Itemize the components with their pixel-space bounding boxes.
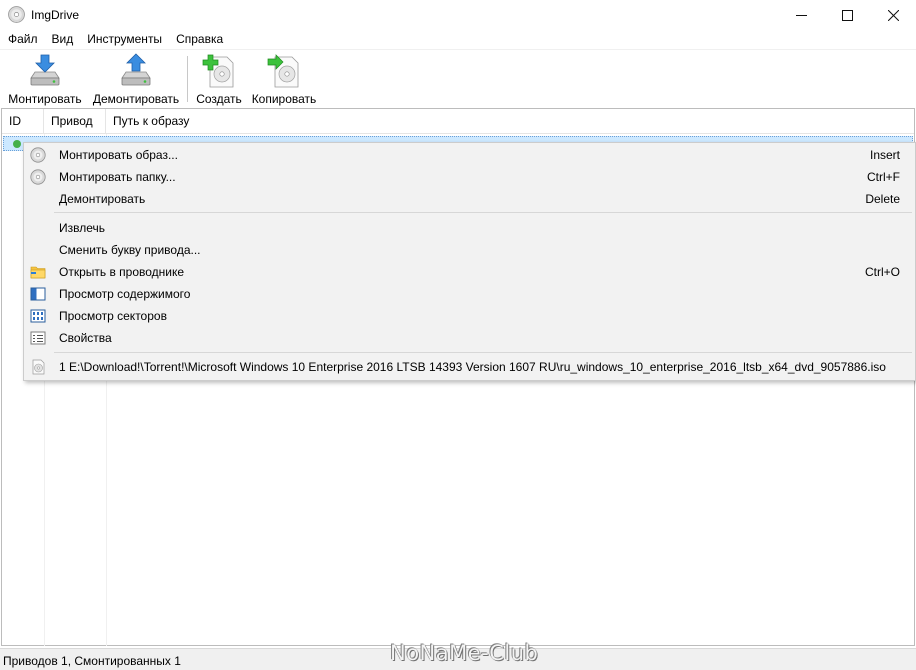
menu-item-unmount[interactable]: Демонтировать Delete	[25, 188, 914, 210]
menu-item-label: Демонтировать	[59, 192, 146, 206]
properties-icon	[30, 331, 46, 345]
minimize-icon	[795, 14, 807, 16]
create-image-icon	[202, 54, 234, 88]
window-icon	[30, 287, 46, 301]
menu-item-label: Извлечь	[59, 221, 106, 235]
title-bar: ImgDrive	[0, 0, 916, 30]
folder-icon	[30, 266, 46, 279]
column-id[interactable]: ID	[2, 109, 44, 134]
image-file-icon	[32, 359, 45, 375]
menu-bar: Файл Вид Инструменты Справка	[0, 30, 916, 49]
toolbar-separator	[187, 56, 188, 102]
list-header: ID Привод Путь к образу	[2, 109, 914, 134]
menu-item-properties[interactable]: Свойства	[25, 327, 914, 349]
menu-item-recent-image[interactable]: 1 E:\Download!\Torrent!\Microsoft Window…	[25, 356, 914, 378]
menu-item-shortcut: Ctrl+O	[864, 265, 900, 279]
menu-item-label: Просмотр секторов	[59, 309, 167, 323]
menu-item-label: 1 E:\Download!\Torrent!\Microsoft Window…	[59, 360, 886, 374]
context-menu: Монтировать образ... Insert Монтировать …	[23, 142, 916, 381]
mount-drive-icon	[30, 54, 60, 86]
menu-item-label: Сменить букву привода...	[59, 243, 201, 257]
menu-item-view-sectors[interactable]: Просмотр секторов	[25, 305, 914, 327]
copy-image-icon	[267, 54, 299, 88]
disc-icon	[30, 147, 46, 163]
menu-tools[interactable]: Инструменты	[80, 30, 169, 49]
menu-item-shortcut: Delete	[865, 192, 900, 206]
menu-help[interactable]: Справка	[169, 30, 230, 49]
close-button[interactable]	[870, 0, 916, 30]
menu-item-label: Просмотр содержимого	[59, 287, 191, 301]
create-label: Создать	[196, 92, 242, 106]
mount-label: Монтировать	[8, 92, 82, 106]
window-title: ImgDrive	[31, 8, 80, 22]
maximize-button[interactable]	[824, 0, 870, 30]
mounted-status-icon	[13, 140, 21, 148]
menu-item-change-letter[interactable]: Сменить букву привода...	[25, 239, 914, 261]
menu-separator	[54, 212, 912, 213]
menu-item-label: Монтировать папку...	[59, 170, 176, 184]
copy-label: Копировать	[251, 92, 317, 106]
unmount-label: Демонтировать	[92, 92, 180, 106]
minimize-button[interactable]	[778, 0, 824, 30]
menu-file[interactable]: Файл	[1, 30, 45, 49]
toolbar: Монтировать Демонтировать Создать Копиро…	[0, 49, 916, 107]
unmount-drive-icon	[121, 53, 151, 86]
sectors-icon	[30, 309, 46, 323]
menu-view[interactable]: Вид	[45, 30, 81, 49]
menu-item-mount-folder[interactable]: Монтировать папку... Ctrl+F	[25, 166, 914, 188]
unmount-button[interactable]: Демонтировать	[92, 53, 180, 107]
menu-item-eject[interactable]: Извлечь	[25, 217, 914, 239]
menu-item-shortcut: Ctrl+F	[867, 170, 900, 184]
menu-item-label: Свойства	[59, 331, 112, 345]
menu-separator	[54, 352, 912, 353]
menu-item-mount-image[interactable]: Монтировать образ... Insert	[25, 144, 914, 166]
maximize-icon	[841, 9, 853, 21]
menu-item-label: Монтировать образ...	[59, 148, 178, 162]
disc-icon	[30, 169, 46, 185]
column-drive[interactable]: Привод	[44, 109, 106, 134]
create-button[interactable]: Создать	[196, 53, 242, 107]
menu-item-shortcut: Insert	[869, 148, 900, 162]
copy-button[interactable]: Копировать	[251, 53, 317, 107]
status-text: Приводов 1, Смонтированных 1	[3, 654, 181, 668]
menu-item-open-explorer[interactable]: Открыть в проводнике Ctrl+O	[25, 261, 914, 283]
app-disc-icon	[8, 6, 25, 23]
mount-button[interactable]: Монтировать	[8, 53, 82, 107]
watermark: NoNaMe-Club	[390, 641, 539, 665]
menu-item-view-contents[interactable]: Просмотр содержимого	[25, 283, 914, 305]
close-icon	[887, 9, 899, 21]
column-image-path[interactable]: Путь к образу	[106, 109, 914, 134]
menu-item-label: Открыть в проводнике	[59, 265, 185, 279]
